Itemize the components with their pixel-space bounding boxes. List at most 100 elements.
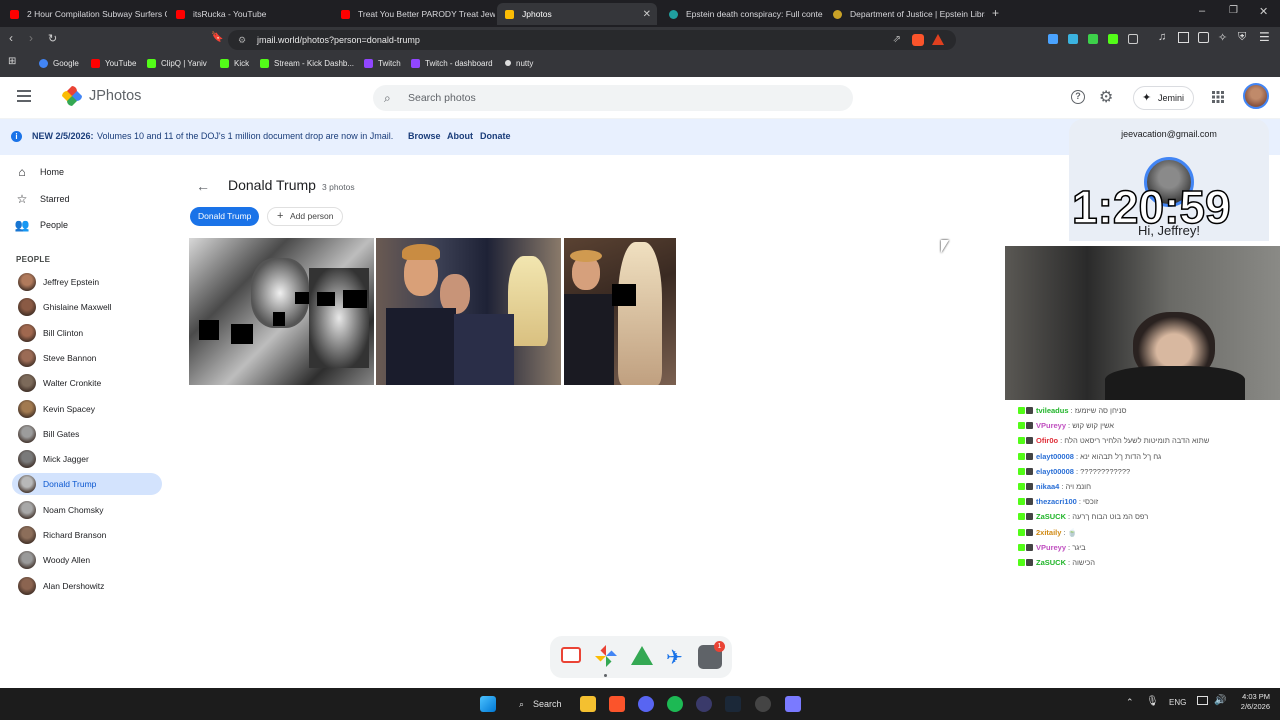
microphone-icon[interactable]: 🎙 — [1146, 696, 1159, 707]
tab-itsrucka[interactable]: itsRucka - YouTube — [168, 3, 333, 25]
bookmark-google[interactable]: Google — [39, 56, 79, 70]
drive-icon[interactable] — [631, 646, 653, 665]
minimize-icon[interactable]: – — [1199, 5, 1205, 17]
sidebar-item-people[interactable]: 👥 People — [14, 214, 69, 236]
extension-icon[interactable] — [1128, 34, 1138, 44]
reload-icon[interactable]: ↻ — [48, 32, 57, 45]
sidebar-person-donald-trump[interactable]: Donald Trump — [12, 473, 162, 496]
sidebar-person-woody-allen[interactable]: Woody Allen — [12, 549, 162, 571]
hamburger-menu-icon[interactable] — [17, 90, 31, 102]
site-info-icon[interactable]: ⚙ — [238, 30, 246, 50]
sidebar-item-starred[interactable]: ☆ Starred — [14, 188, 70, 210]
gemini-button[interactable]: ✦ Jemini — [1133, 86, 1194, 110]
new-tab-icon[interactable]: + — [992, 6, 999, 20]
tab-treat-you-better[interactable]: Treat You Better PARODY Treat Jew B — [333, 3, 495, 25]
banner-browse-link[interactable]: Browse — [408, 131, 441, 141]
tab-jphotos[interactable]: Jphotos ✕ — [497, 3, 657, 25]
spotify-icon[interactable] — [667, 696, 683, 712]
apps-launcher-icon[interactable] — [1212, 90, 1224, 103]
photo-2[interactable] — [376, 238, 561, 385]
menu-icon[interactable]: ☰ — [1259, 30, 1270, 44]
volume-icon[interactable]: 🔊 — [1214, 695, 1226, 706]
clock[interactable]: 4:03 PM 2/6/2026 — [1226, 692, 1270, 712]
sidebar-person-alan-dershowitz[interactable]: Alan Dershowitz — [12, 575, 162, 597]
banner-donate-link[interactable]: Donate — [480, 131, 511, 141]
app-icon[interactable] — [696, 696, 712, 712]
bookmark-icon[interactable]: 🔖 — [211, 32, 223, 43]
wallet-icon[interactable] — [1198, 32, 1209, 43]
tray-chevron-icon[interactable]: ⌃ — [1126, 697, 1134, 708]
sidebar-person-bill-gates[interactable]: Bill Gates — [12, 423, 162, 445]
flights-icon[interactable]: ✈ — [666, 645, 683, 670]
chat-username[interactable]: elayt00008 — [1036, 452, 1074, 461]
start-button-icon[interactable] — [480, 696, 496, 712]
app-name[interactable]: JPhotos — [89, 88, 141, 104]
tab-doj[interactable]: Department of Justice | Epstein Libra — [825, 3, 985, 25]
back-icon[interactable]: ‹ — [9, 31, 13, 45]
chat-username[interactable]: thezacri100 — [1036, 497, 1077, 506]
bookmark-twitch[interactable]: Twitch — [364, 56, 401, 70]
bookmark-youtube[interactable]: YouTube — [91, 56, 136, 70]
bookmark-twitch-dashboard[interactable]: Twitch - dashboard — [411, 56, 493, 70]
apps-grid-icon[interactable]: ⊞ — [8, 56, 16, 67]
chat-username[interactable]: VPureyy — [1036, 543, 1066, 552]
search-input[interactable]: ⌕ Search photos — [373, 85, 853, 111]
close-tab-icon[interactable]: ✕ — [643, 9, 651, 20]
brave-icon[interactable] — [609, 696, 625, 712]
bookmark-kick-dashboard[interactable]: Stream - Kick Dashb... — [260, 56, 354, 70]
sidebar-person-kevin-spacey[interactable]: Kevin Spacey — [12, 398, 162, 420]
extension-icon[interactable] — [1068, 34, 1078, 44]
sidebar-item-home[interactable]: ⌂ Home — [14, 161, 64, 183]
network-icon[interactable] — [1197, 696, 1208, 705]
tab-epstein-conspiracy[interactable]: Epstein death conspiracy: Full conte — [661, 3, 823, 25]
add-person-button[interactable]: + Add person — [267, 207, 344, 226]
share-icon[interactable]: ⇗ — [893, 30, 901, 50]
bookmark-kick[interactable]: Kick — [220, 56, 249, 70]
sidebar-person-richard-branson[interactable]: Richard Branson — [12, 524, 162, 546]
discord-icon[interactable] — [638, 696, 654, 712]
chat-username[interactable]: VPureyy — [1036, 421, 1066, 430]
bookmark-nutty[interactable]: nutty — [505, 56, 533, 70]
sidebar-person-ghislaine-maxwell[interactable]: Ghislaine Maxwell — [12, 296, 162, 318]
help-icon[interactable]: ? — [1071, 90, 1085, 104]
app-icon[interactable] — [785, 696, 801, 712]
chat-username[interactable]: Ofir0o — [1036, 436, 1058, 445]
sidebar-person-walter-cronkite[interactable]: Walter Cronkite — [12, 372, 162, 394]
taskbar-search[interactable]: ⌕ Search — [515, 695, 562, 713]
gmail-icon[interactable] — [561, 647, 581, 663]
vpn-icon[interactable]: ⛨ — [1238, 31, 1246, 44]
person-chip-donald-trump[interactable]: Donald Trump — [190, 207, 260, 226]
sidebar-person-bill-clinton[interactable]: Bill Clinton — [12, 322, 162, 344]
chat-username[interactable]: ZaSUCK — [1036, 558, 1066, 567]
back-arrow-icon[interactable]: ← — [196, 178, 210, 194]
sidebar-person-noam-chomsky[interactable]: Noam Chomsky — [12, 499, 162, 521]
jphotos-logo-icon[interactable] — [62, 86, 82, 106]
photo-3[interactable] — [564, 238, 676, 385]
sidebar-person-steve-bannon[interactable]: Steve Bannon — [12, 347, 162, 369]
bookmark-clipq[interactable]: ClipQ | Yaniv — [147, 56, 207, 70]
chat-username[interactable]: tvileadus — [1036, 406, 1069, 415]
chat-username[interactable]: ZaSUCK — [1036, 512, 1066, 521]
obs-icon[interactable] — [755, 696, 771, 712]
settings-gear-icon[interactable]: ⚙ — [1099, 87, 1113, 107]
brave-shields-icon[interactable] — [912, 34, 924, 46]
chat-username[interactable]: 2xitaily — [1036, 528, 1061, 537]
chat-username[interactable]: nikaa4 — [1036, 482, 1059, 491]
language-indicator[interactable]: ENG — [1169, 698, 1186, 707]
media-icon[interactable]: ♫ — [1158, 31, 1166, 43]
brave-rewards-icon[interactable] — [932, 34, 944, 45]
address-bar[interactable]: ⚙ jmail.world/photos?person=donald-trump… — [228, 30, 956, 50]
forward-icon[interactable]: › — [29, 31, 33, 45]
tab-subway-surfers[interactable]: 2 Hour Compilation Subway Surfers C — [2, 3, 167, 25]
leo-icon[interactable]: ✧ — [1218, 31, 1227, 44]
file-explorer-icon[interactable] — [580, 696, 596, 712]
extension-icon[interactable] — [1108, 34, 1118, 44]
sidebar-icon[interactable] — [1178, 32, 1189, 43]
chat-username[interactable]: elayt00008 — [1036, 467, 1074, 476]
steam-icon[interactable] — [725, 696, 741, 712]
extension-icon[interactable] — [1088, 34, 1098, 44]
maximize-icon[interactable]: ❐ — [1229, 5, 1238, 16]
close-window-icon[interactable]: ✕ — [1259, 5, 1268, 18]
photo-1[interactable] — [189, 238, 374, 385]
sidebar-person-jeffrey-epstein[interactable]: Jeffrey Epstein — [12, 271, 162, 293]
